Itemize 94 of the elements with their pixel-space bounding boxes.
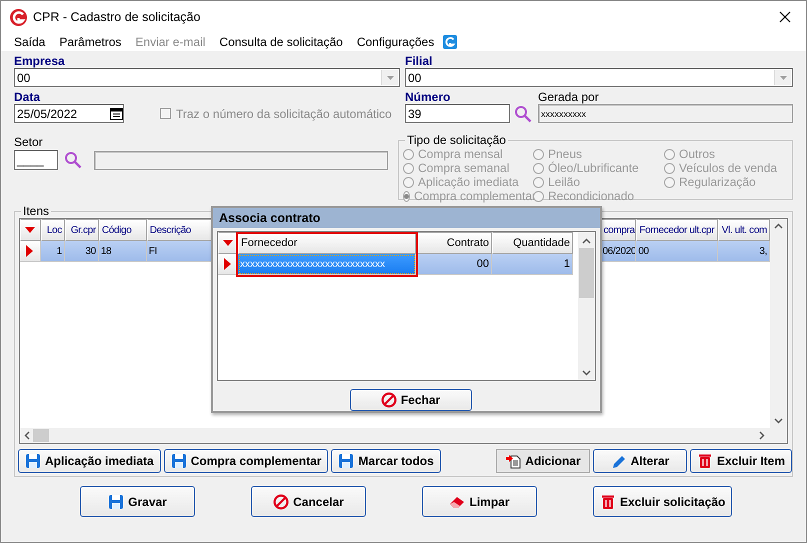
column-header[interactable]: Fornecedor ult.cpr xyxy=(636,219,718,241)
column-header[interactable]: compra xyxy=(600,219,636,241)
group-title: Tipo de solicitação xyxy=(406,134,507,147)
action-button[interactable]: Excluir solicitação xyxy=(593,486,732,517)
field-label: Filial xyxy=(405,55,434,68)
chevron-up-icon xyxy=(582,238,591,244)
action-button[interactable]: Aplicação imediata xyxy=(18,449,161,473)
field-label: Setor xyxy=(14,136,44,149)
action-button[interactable]: Marcar todos xyxy=(331,449,441,473)
sector-field[interactable]: ____ xyxy=(14,150,58,170)
column-header[interactable]: Fornecedor xyxy=(238,232,416,254)
scrollbar-thumb[interactable] xyxy=(579,248,594,298)
table-cell: 1 xyxy=(40,241,65,262)
column-header[interactable]: Vl. ult. com xyxy=(718,219,770,241)
trash-icon xyxy=(600,494,616,510)
radio-label: Compra mensal xyxy=(418,147,503,161)
vertical-scrollbar[interactable] xyxy=(578,232,595,380)
row-indicator[interactable] xyxy=(20,241,41,262)
table-cell: 06/2020 xyxy=(600,241,636,262)
radio-label: Recondicionado xyxy=(548,189,634,203)
search-icon[interactable] xyxy=(514,104,532,122)
radio-label: Regularização xyxy=(679,175,756,189)
dialog-title: Associa contrato xyxy=(213,208,600,228)
radio-label: Óleo/Lubrificante xyxy=(548,161,639,175)
field-label: Empresa xyxy=(14,55,66,68)
action-button[interactable]: Adicionar xyxy=(496,449,590,473)
menu-item[interactable]: Configurações xyxy=(350,35,442,49)
table-cell: 00 xyxy=(636,241,718,262)
dropdown-arrow-icon xyxy=(386,76,394,80)
pencil-icon xyxy=(610,453,627,469)
triangle-down-icon xyxy=(223,240,233,246)
menu-item[interactable]: Parâmetros xyxy=(52,35,128,49)
column-header[interactable]: Gr.cpr xyxy=(64,219,99,241)
chevron-right-icon xyxy=(759,431,765,440)
action-button[interactable]: Cancelar xyxy=(251,486,366,517)
date-field[interactable]: 25/05/2022 xyxy=(14,104,124,123)
radio-label: Outros xyxy=(679,147,716,161)
generated-by-field[interactable]: xxxxxxxxxx xyxy=(538,104,793,123)
group-title: Itens xyxy=(22,205,50,218)
close-icon xyxy=(779,11,791,23)
chevron-up-icon xyxy=(774,223,783,229)
chevron-left-icon xyxy=(24,431,30,440)
radio-label: Aplicação imediata xyxy=(418,175,519,189)
action-button[interactable]: Limpar xyxy=(422,486,537,517)
trash-icon xyxy=(696,453,713,469)
number-field[interactable]: 39 xyxy=(405,104,510,123)
action-button[interactable]: Gravar xyxy=(80,486,195,517)
dropdown-arrow-icon xyxy=(780,76,786,80)
radio-label: Compra semanal xyxy=(418,161,510,175)
column-header[interactable]: Contrato xyxy=(416,232,492,254)
checkbox-label: Traz o número da solicitação automático xyxy=(176,106,392,120)
radio-label: Leilão xyxy=(548,175,580,189)
window-title: CPR - Cadastro de solicitação xyxy=(33,10,200,24)
chevron-down-icon xyxy=(774,418,783,424)
column-header[interactable]: Quantidade xyxy=(492,232,573,254)
field-label: Gerada por xyxy=(538,91,600,104)
prohibition-icon xyxy=(273,494,290,510)
app-icon[interactable] xyxy=(443,35,458,49)
column-header[interactable]: Loc xyxy=(40,219,65,241)
radio-label: Compra complementar xyxy=(414,189,536,203)
column-header[interactable]: Código xyxy=(98,219,147,241)
table-cell: 1 xyxy=(492,254,573,275)
dropdown-field[interactable]: 00 xyxy=(405,68,793,87)
table-cell: 3, xyxy=(718,241,770,262)
action-button[interactable]: Alterar xyxy=(592,449,687,473)
header-menu-cell[interactable] xyxy=(218,232,238,254)
triangle-down-icon xyxy=(25,227,36,233)
row-pointer-icon xyxy=(26,245,34,257)
table-cell: 30 xyxy=(64,241,99,262)
field-label: Número xyxy=(405,91,452,104)
radio-label: Veículos de venda xyxy=(679,161,778,175)
scrollbar-thumb[interactable] xyxy=(33,429,49,442)
header-menu-cell[interactable] xyxy=(20,219,41,241)
logo-icon xyxy=(10,8,27,26)
table-cell: 18 xyxy=(98,241,147,262)
table-cell: xxxxxxxxxxxxxxxxxxxxxxxxxxxxx xyxy=(238,254,416,275)
row-pointer-icon xyxy=(224,258,231,270)
action-button[interactable]: Compra complementar xyxy=(164,449,328,473)
menu-item[interactable]: Saída xyxy=(7,35,52,49)
menu-item[interactable]: Consulta de solicitação xyxy=(212,35,350,49)
row-indicator[interactable] xyxy=(218,254,238,275)
chevron-down-icon xyxy=(582,370,591,376)
radio-label: Pneus xyxy=(548,147,582,161)
calendar-icon xyxy=(110,108,123,120)
close-dialog-button[interactable]: Fechar xyxy=(350,389,472,411)
vertical-scrollbar[interactable] xyxy=(770,219,787,428)
table-cell: 00 xyxy=(416,254,492,275)
field-label: Data xyxy=(14,91,42,104)
search-icon[interactable] xyxy=(64,151,82,169)
dropdown-field[interactable]: 00 xyxy=(14,68,400,87)
action-button[interactable]: Excluir Item xyxy=(690,449,792,473)
prohibition-icon xyxy=(380,392,397,408)
horizontal-scrollbar[interactable] xyxy=(20,428,787,443)
document-arrow-icon xyxy=(505,453,522,469)
